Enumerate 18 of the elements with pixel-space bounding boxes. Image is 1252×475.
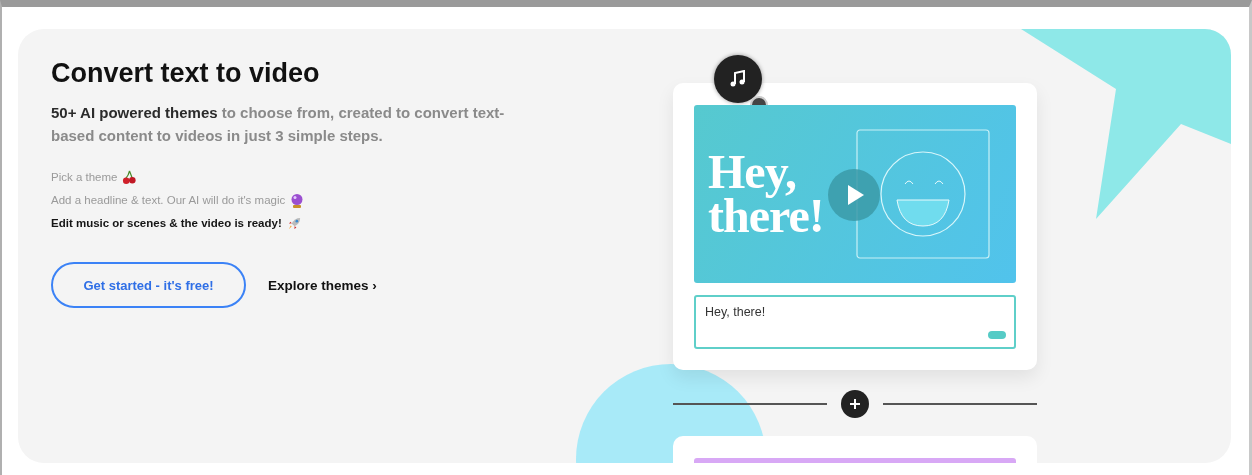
step-text: Pick a theme xyxy=(51,170,118,186)
play-button[interactable] xyxy=(828,169,880,221)
add-scene-button[interactable] xyxy=(841,390,869,418)
page-title: Convert text to video xyxy=(51,57,321,90)
video-headline: Hey, there! xyxy=(708,150,825,238)
crystal-ball-icon xyxy=(290,193,305,209)
music-button[interactable] xyxy=(714,55,762,103)
toggle-pill xyxy=(988,331,1006,339)
cherry-icon xyxy=(122,170,138,186)
get-started-button[interactable]: Get started - it's free! xyxy=(51,262,246,309)
explore-themes-link[interactable]: Explore themes › xyxy=(268,277,377,293)
step-text: Add a headline & text. Our AI will do it's magic xyxy=(51,193,286,209)
music-note-icon xyxy=(729,70,747,88)
plus-icon xyxy=(849,398,861,410)
rocket-icon xyxy=(286,216,302,232)
lead-paragraph: 50+ AI powered themes to choose from, created to convert text-based content to videos in just 3 simple steps. xyxy=(51,103,506,147)
step-text: Edit music or scenes & the video is ready! xyxy=(51,216,282,232)
text-input-field[interactable]: Hey, there! xyxy=(694,295,1016,349)
